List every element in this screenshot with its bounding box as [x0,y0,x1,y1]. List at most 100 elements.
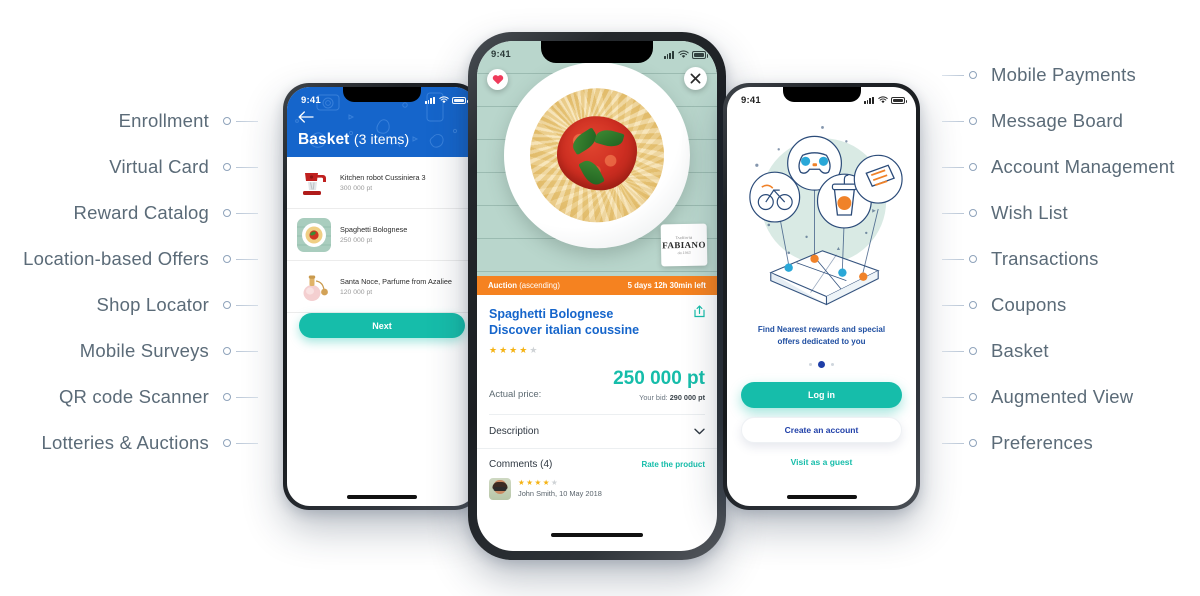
rating-stars[interactable]: ★ ★ ★ ★ ★ [489,344,705,355]
star-filled-icon: ★ [518,477,525,487]
feature-item-enrollment[interactable]: Enrollment [119,110,258,132]
feature-label: Augmented View [991,386,1134,407]
wifi-icon [877,96,888,104]
battery-icon [692,51,708,59]
feature-item-mobile-payments[interactable]: Mobile Payments [942,64,1136,86]
feature-item-shop-locator[interactable]: Shop Locator [97,294,258,316]
back-arrow-icon[interactable] [298,111,314,123]
feature-item-message-board[interactable]: Message Board [942,110,1123,132]
connector-line [942,166,964,168]
status-icons [863,96,907,104]
feature-list-left: Enrollment Virtual Card Reward Catalog Loca… [0,0,258,596]
carousel-dot[interactable] [831,363,834,366]
home-indicator [551,533,643,537]
feature-label: Account Management [991,156,1175,177]
carousel-dot-active[interactable] [818,361,825,368]
basket-footer: Next [287,313,477,364]
price-label: Actual price: [489,388,542,400]
feature-item-preferences[interactable]: Preferences [942,432,1093,454]
feature-label: Enrollment [118,110,209,131]
signal-icon [663,51,674,59]
phone-screen-basket: 9:41 Basket (3 items) Kitchen robot Cuss… [287,87,477,506]
feature-label: Mobile Payments [991,64,1136,85]
star-filled-icon: ★ [542,477,550,487]
battery-icon [452,96,468,104]
star-empty-icon: ★ [529,344,538,355]
feature-item-basket[interactable]: Basket [942,340,1049,362]
star-filled-icon: ★ [499,344,508,355]
share-icon[interactable] [694,305,705,318]
tagline-line-2: offers dedicated to you [777,337,866,346]
connector-line [236,120,258,122]
feature-item-reward-catalog[interactable]: Reward Catalog [74,202,258,224]
product-name: Santa Noce, Parfume from Azaliee [340,276,452,286]
connector-line [236,350,258,352]
description-accordion[interactable]: Description [477,415,717,448]
connector-dot-icon [969,163,977,171]
comment-item: ★ ★ ★ ★ ★ John Smith, 10 May 2018 [477,474,717,500]
star-filled-icon: ★ [489,344,498,355]
close-icon[interactable] [684,67,707,90]
bid-value: 290 000 pt [669,392,705,402]
onboarding-tagline: Find Nearest rewards and special offers … [727,324,916,348]
carousel-dots[interactable] [727,361,916,368]
list-item[interactable]: Santa Noce, Parfume from Azaliee 120 000… [287,261,477,313]
feature-label: Preferences [991,432,1093,453]
status-time: 9:41 [491,48,511,60]
status-icons [424,96,468,104]
feature-label: Message Board [991,110,1124,131]
price-value: 250 000 pt [613,367,705,389]
brand-line-3: da 1963 [677,250,691,256]
star-filled-icon: ★ [526,477,533,487]
comment-author: John Smith, 10 May 2018 [518,489,602,499]
feature-item-coupons[interactable]: Coupons [942,294,1066,316]
create-account-button[interactable]: Create an account [741,417,902,443]
connector-line [942,74,964,76]
product-thumbnail-stand-mixer [297,166,331,200]
connector-dot-icon [969,209,977,217]
connector-line [942,442,964,444]
carousel-dot[interactable] [809,363,812,366]
connector-line [236,166,258,168]
product-thumbnail-perfume-bottle [297,270,331,304]
feature-label: Transactions [991,248,1099,269]
phone-screen-login: 9:41 Find Nearest rewards and special of… [727,87,916,506]
heart-icon[interactable] [487,69,508,90]
notch [541,41,653,63]
login-button[interactable]: Log in [741,382,902,408]
connector-dot-icon [223,163,231,171]
home-indicator [347,495,417,499]
signal-icon [424,96,435,104]
rate-product-link[interactable]: Rate the product [641,460,705,469]
feature-label: Reward Catalog [73,202,209,223]
wifi-icon [438,96,449,104]
page-title: Basket (3 items) [298,131,409,149]
feature-item-virtual-card[interactable]: Virtual Card [109,156,258,178]
feature-item-lotteries-auctions[interactable]: Lotteries & Auctions [41,432,258,454]
price-row: Actual price: 250 000 pt Your bid: 290 0… [489,369,705,402]
onboarding-illustration [727,105,916,320]
feature-item-transactions[interactable]: Transactions [942,248,1099,270]
list-item[interactable]: Kitchen robot Cussiniera 3 300 000 pt [287,157,477,209]
feature-item-wish-list[interactable]: Wish List [942,202,1068,224]
feature-item-mobile-surveys[interactable]: Mobile Surveys [80,340,258,362]
feature-item-qr-code-scanner[interactable]: QR code Scanner [59,386,258,408]
wifi-icon [677,50,689,58]
comments-header: Comments (4) Rate the product [477,449,717,474]
connector-dot-icon [969,117,977,125]
product-name: Kitchen robot Cussiniera 3 [340,172,426,182]
feature-list-right: Mobile Payments Message Board Account Mana… [942,0,1200,596]
feature-item-location-based-offers[interactable]: Location-based Offers [23,248,258,270]
feature-item-account-management[interactable]: Account Management [942,156,1175,178]
feature-label: Wish List [991,202,1068,223]
description-label: Description [489,425,540,437]
phone-login: 9:41 Find Nearest rewards and special of… [723,83,920,510]
next-button[interactable]: Next [299,313,465,338]
list-item[interactable]: Spaghetti Bolognese 250 000 pt [287,209,477,261]
chevron-down-icon[interactable] [694,428,705,435]
feature-item-augmented-view[interactable]: Augmented View [942,386,1133,408]
connector-line [236,258,258,260]
home-indicator [786,495,857,499]
connector-dot-icon [223,255,231,263]
visit-as-guest-link[interactable]: Visit as a guest [741,457,902,467]
